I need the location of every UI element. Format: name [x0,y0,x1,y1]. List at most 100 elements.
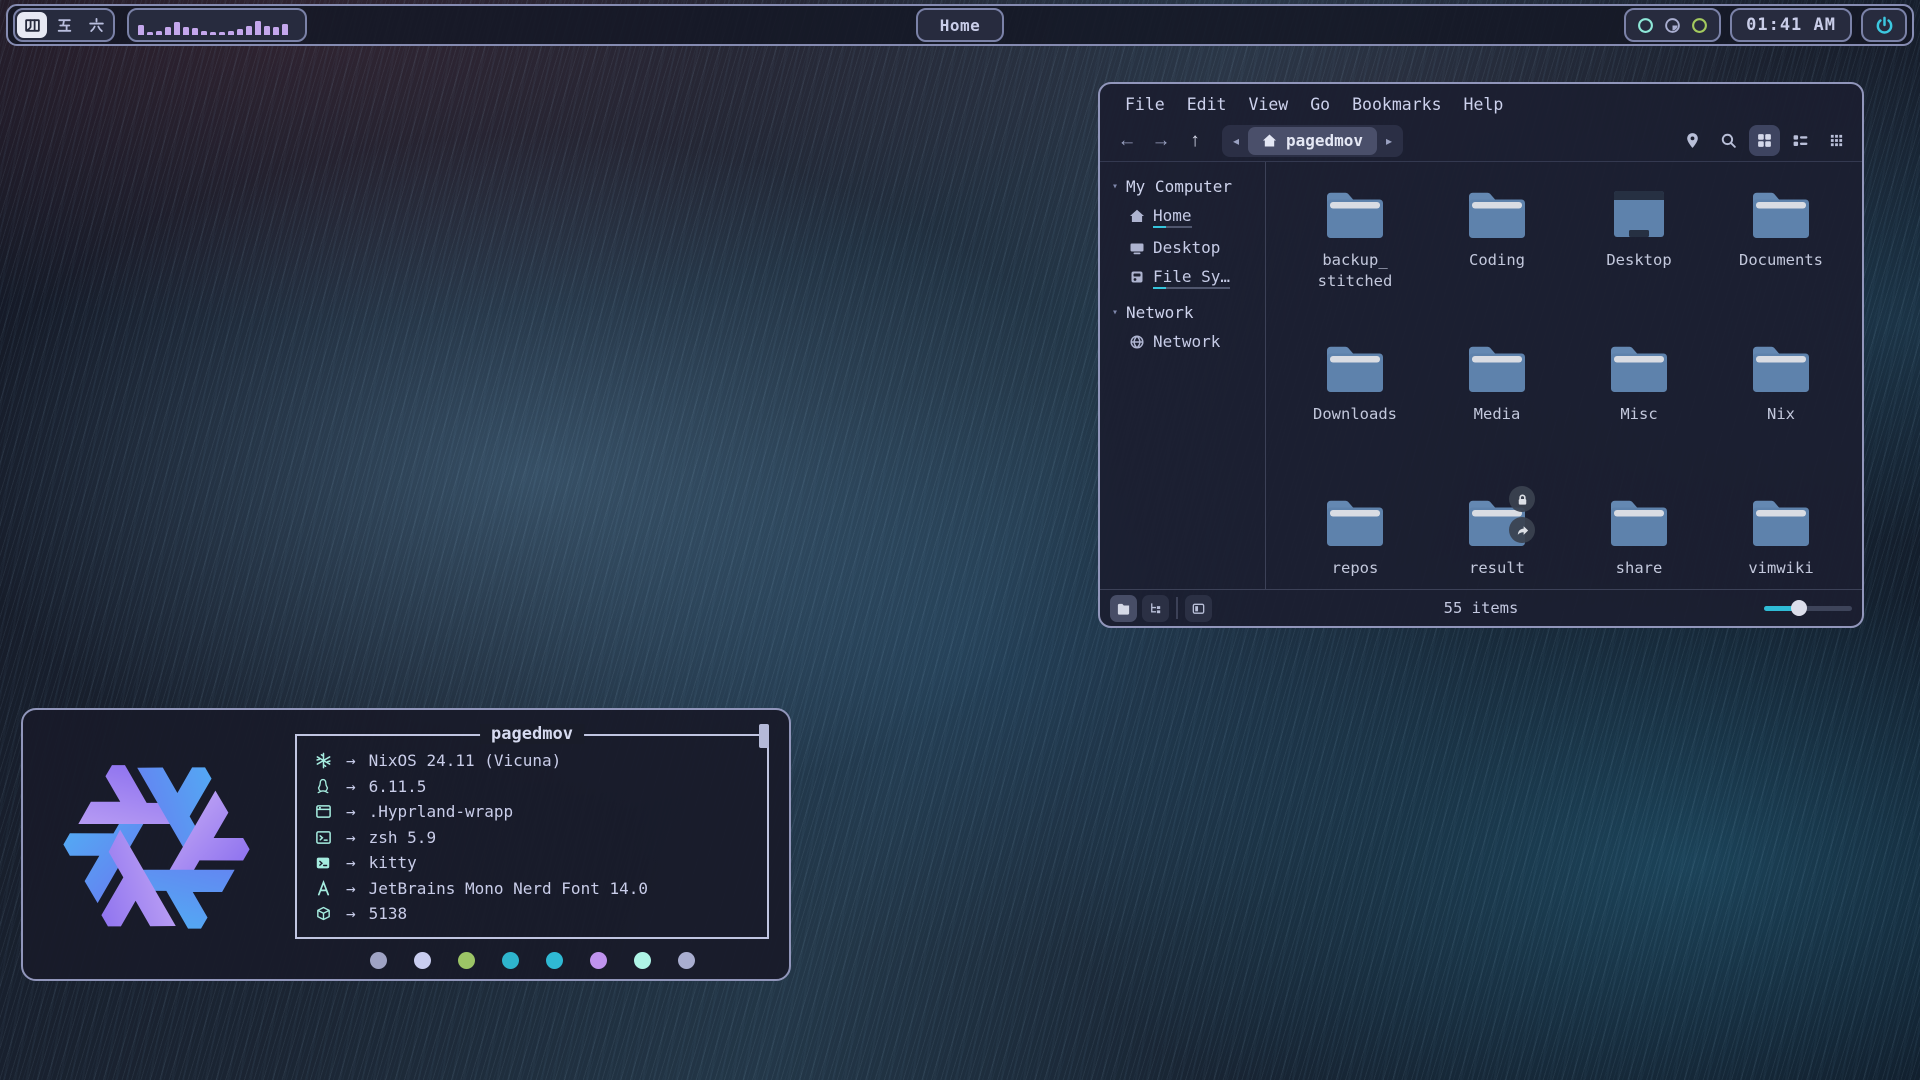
places-sidebar: ▾ My Computer Home [1100,162,1266,589]
visualizer-bar [264,26,270,35]
sidebar-tree-button[interactable] [1142,595,1169,622]
path-scroll-right-icon[interactable]: ▸ [1377,134,1401,148]
list-view-button[interactable] [1785,125,1816,156]
arrow-icon: → [346,879,356,898]
arrow-icon: → [346,828,356,847]
folder-item[interactable]: Documents [1712,188,1850,342]
terminal-palette [295,952,769,969]
top-bar: Home 01:41 AM [6,4,1914,46]
sidebar-item[interactable]: Home [1110,201,1265,233]
palette-dot [458,952,475,969]
terminal-cursor [759,724,769,748]
folder-item[interactable]: Media [1428,342,1566,496]
font-icon [313,880,333,897]
zoom-slider[interactable] [1764,599,1852,617]
icon-view-button[interactable] [1749,125,1780,156]
folder-item[interactable]: Desktop [1570,188,1708,342]
folder-name: backup_​stitched [1286,250,1424,292]
palette-dot [370,952,387,969]
folder-name: Downloads [1286,404,1424,425]
panel-toggle-icon [1191,601,1206,616]
visualizer-bar [201,31,207,35]
menu-item[interactable]: Help [1453,93,1515,116]
path-scroll-left-icon[interactable]: ◂ [1224,134,1248,148]
clock: 01:41 AM [1730,8,1852,42]
search-button[interactable] [1713,125,1744,156]
menu-item[interactable]: View [1238,93,1300,116]
folder-name: Media [1428,404,1566,425]
network-globe-icon [1129,334,1145,350]
up-button[interactable]: ↑ [1178,126,1212,156]
sidebar-places-button[interactable] [1110,595,1137,622]
home-button[interactable]: Home [916,8,1005,42]
palette-dot [414,952,431,969]
terminal-value: kitty [369,853,417,872]
status-separator [1176,597,1178,619]
sidebar-section-my-computer[interactable]: ▾ My Computer [1110,172,1265,201]
folder-name: repos [1286,558,1424,579]
folder-icon [1323,188,1387,242]
menu-item[interactable]: Edit [1176,93,1238,116]
arrow-icon: → [346,853,356,872]
workspace-four[interactable] [17,12,47,38]
folder-item[interactable]: Coding [1428,188,1566,342]
folder-mini-icon [1116,601,1131,616]
terminal-window: pagedmov → NixOS 24.11 (Vicuna) → 6.11.5… [21,708,791,981]
os-value: NixOS 24.11 (Vicuna) [369,751,562,770]
folder-icon [1465,188,1529,242]
visualizer-bar [183,27,189,35]
terminal-app-icon [313,855,333,871]
menu-item[interactable]: Bookmarks [1341,93,1452,116]
visualizer-bar [228,31,234,35]
audio-visualizer [127,8,307,42]
palette-dot [590,952,607,969]
slider-track [1764,606,1852,611]
location-pin-button[interactable] [1677,125,1708,156]
back-button[interactable]: ← [1110,126,1144,156]
visualizer-bar [273,27,279,35]
workspace-six[interactable] [81,12,111,38]
sidebar-item[interactable]: File Sy… [1110,262,1265,294]
window-manager-icon [313,803,333,820]
folder-name: Misc [1570,404,1708,425]
sidebar-item[interactable]: Desktop [1110,233,1265,262]
toolbar: ← → ↑ ◂ pagedmov ▸ [1100,120,1862,162]
folder-name: share [1570,558,1708,579]
slider-knob[interactable] [1791,600,1807,616]
symlink-emblem-icon [1509,517,1535,543]
menu-item[interactable]: Go [1299,93,1341,116]
shell-icon [313,829,333,846]
folder-icon [1323,496,1387,550]
menu-item[interactable]: File [1114,93,1176,116]
location-pin-icon [1684,132,1701,149]
power-icon [1875,16,1894,35]
folder-item[interactable]: Downloads [1286,342,1424,496]
compact-view-icon [1829,133,1844,148]
status-ring-green-icon[interactable] [1691,17,1708,34]
home-icon [1262,133,1277,148]
list-view-icon [1792,132,1809,149]
status-ring-cyan-icon[interactable] [1637,17,1654,34]
collapse-triangle-icon: ▾ [1112,307,1118,318]
desktop-folder-icon [1607,188,1671,242]
compact-view-button[interactable] [1821,125,1852,156]
fetch-hostname: pagedmov [480,724,584,744]
folder-item[interactable]: Nix [1712,342,1850,496]
visualizer-bar [219,32,225,35]
palette-dot [634,952,651,969]
power-button[interactable] [1861,8,1907,42]
sidebar-section-network[interactable]: ▾ Network [1110,298,1265,327]
sidebar-item-label: File Sy… [1153,267,1230,286]
workspace-five[interactable] [49,12,79,38]
folder-item[interactable]: backup_​stitched [1286,188,1424,342]
path-segment-home[interactable]: pagedmov [1248,127,1377,155]
sidebar-item[interactable]: Network [1110,327,1265,356]
panel-toggle-button[interactable] [1185,595,1212,622]
folder-item[interactable]: Misc [1570,342,1708,496]
kernel-tux-icon [313,778,333,794]
visualizer-bar [138,25,144,35]
menubar: FileEditViewGoBookmarksHelp [1100,84,1862,120]
forward-button[interactable]: → [1144,126,1178,156]
disk-usage-icon[interactable] [1664,17,1681,34]
palette-dot [546,952,563,969]
